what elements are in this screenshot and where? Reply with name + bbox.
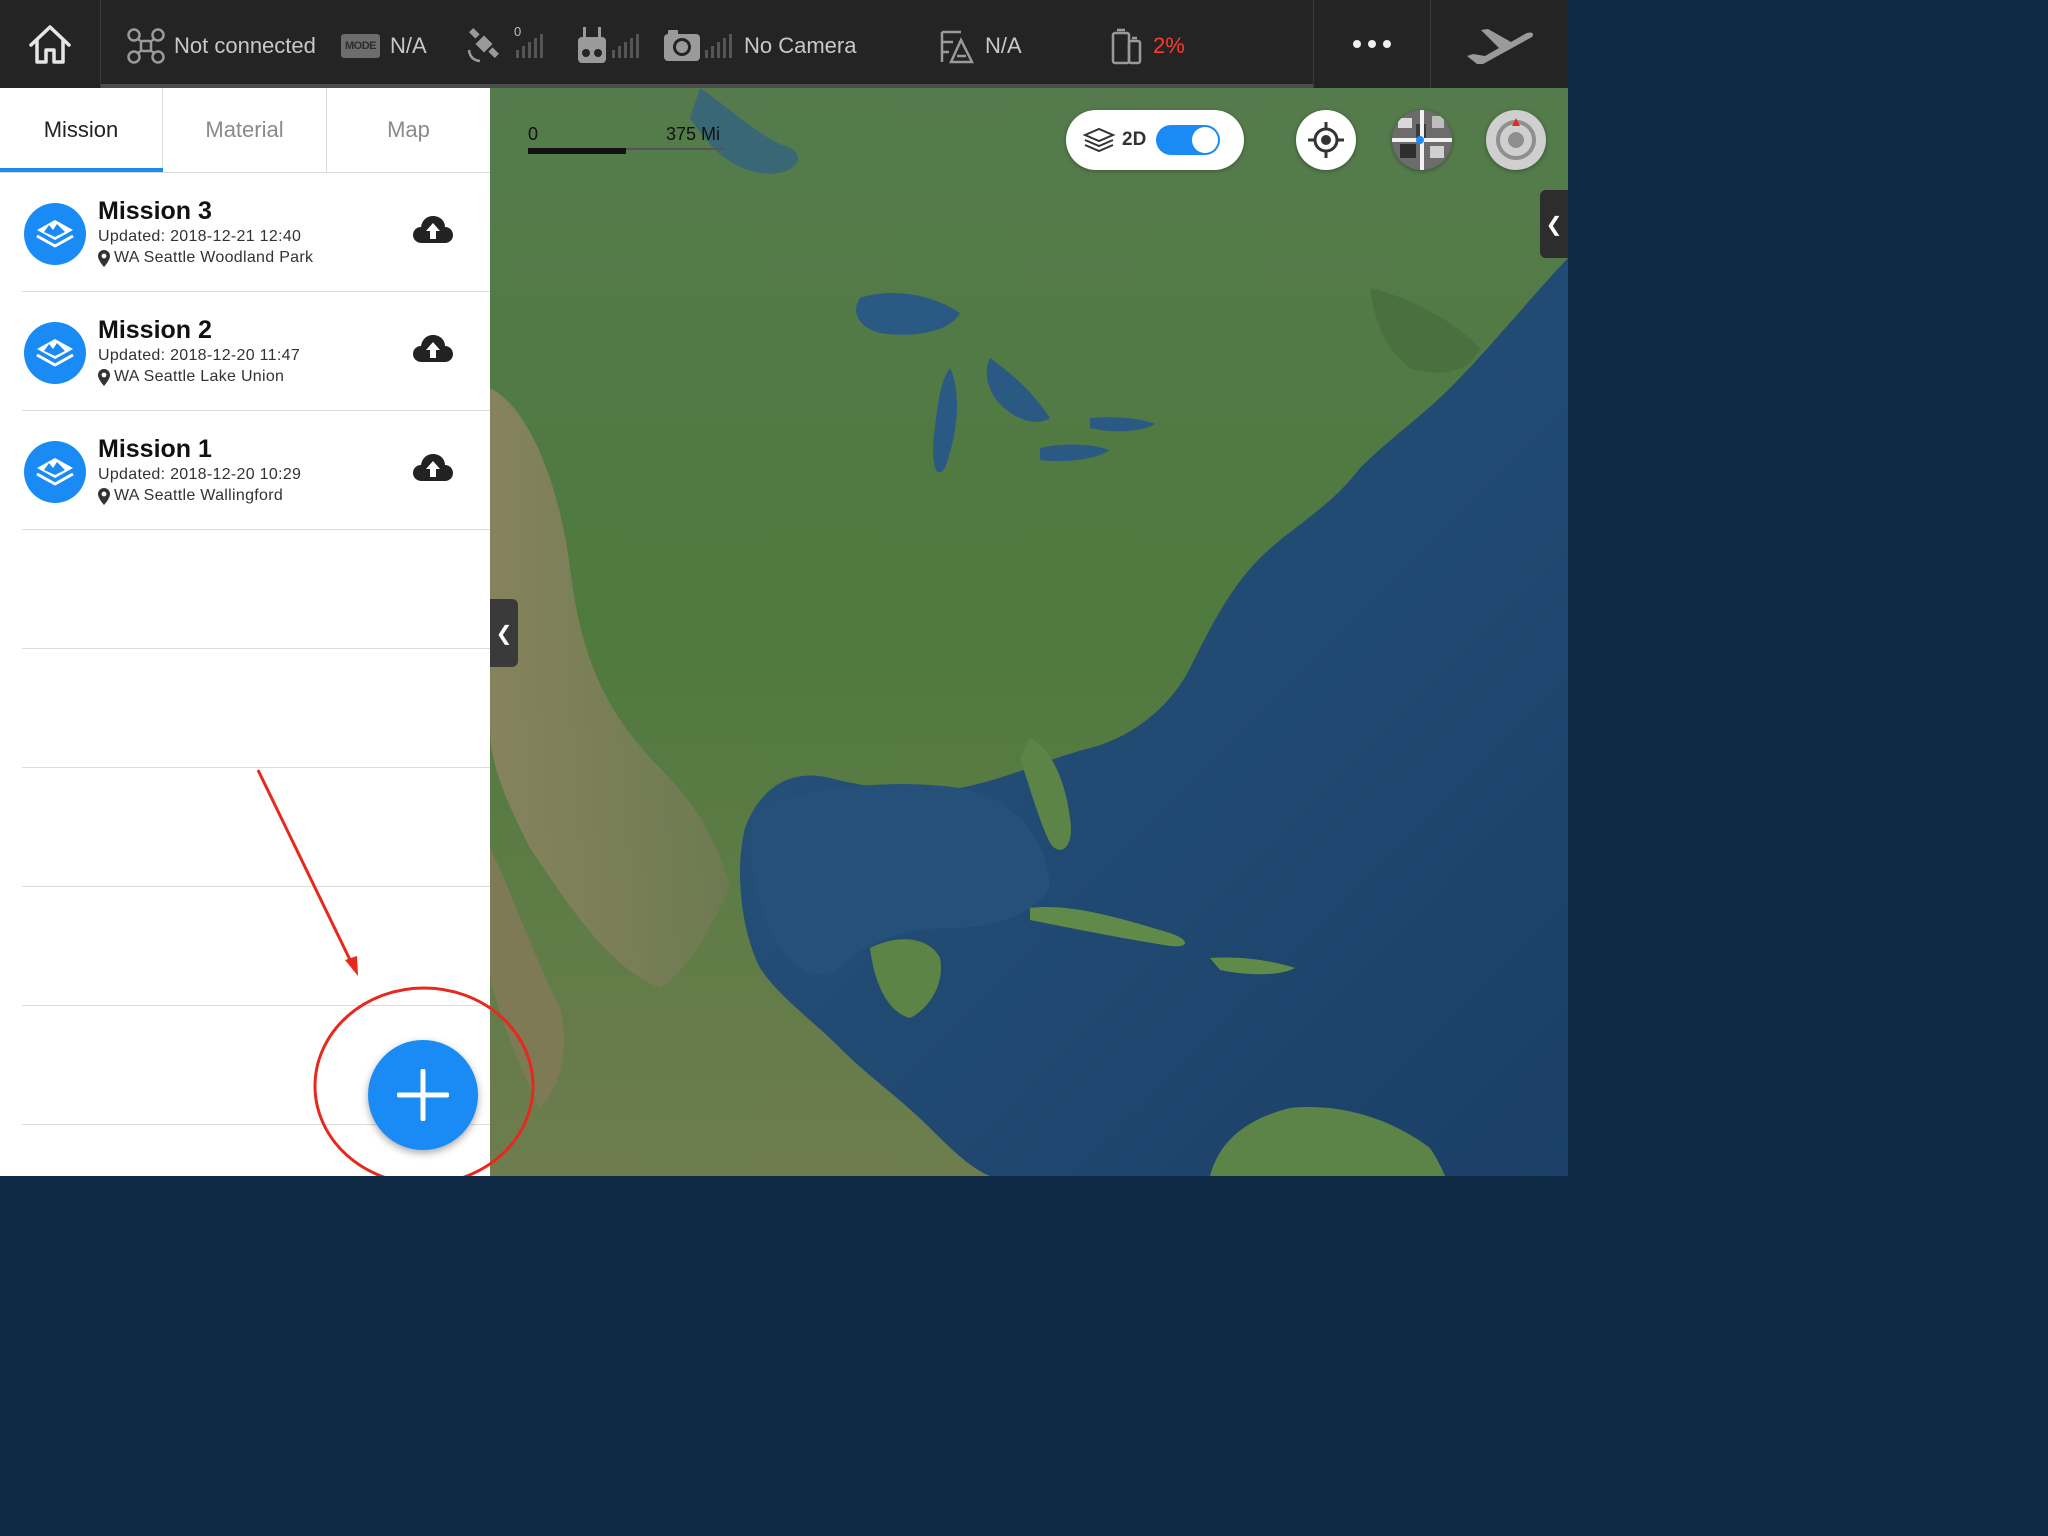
mission-location-text: WA Seattle Lake Union [114,368,285,385]
cloud-upload-icon[interactable] [412,213,454,249]
locate-button[interactable] [1296,110,1356,170]
map-thumbnail-icon [1392,110,1452,170]
gps-status[interactable]: 0 [466,24,543,66]
top-status-bar: Not connected MODE N/A 0 No Camera N/A 2… [0,0,1568,88]
layers-icon [1082,127,1116,153]
mission-list-item[interactable]: Mission 1 Updated: 2018-12-20 10:29 WA S… [22,411,490,530]
map-view-mode-control: 2D [1066,110,1244,170]
camera-status-text: No Camera [744,33,857,58]
compass-icon [1496,118,1536,160]
camera-signal-bars [705,34,732,58]
satellite-count: 0 [514,24,522,39]
chevron-left-icon: ❮ [1545,213,1563,236]
remote-controller-status[interactable] [576,26,639,66]
aircraft-status-text: Not connected [174,33,316,58]
flight-assistant-value: N/A [985,33,1022,58]
mission-panel: Mission Material Map Mission 3 Updated: … [0,88,490,1176]
flight-assistant-status[interactable]: N/A [939,26,1022,66]
satellite-icon [467,28,499,63]
scale-bar-outline [626,148,724,150]
mission-icon [24,322,86,384]
camera-status[interactable]: No Camera [663,26,856,66]
panel-tabs: Mission Material Map [0,88,490,173]
more-dots-icon [1353,40,1391,48]
mission-title: Mission 3 [98,197,212,225]
fly-button[interactable] [1430,0,1569,88]
battery-percent: 2% [1153,33,1185,58]
mission-title: Mission 2 [98,316,212,344]
map-view[interactable]: 0 375 Mi 2D ❮ [490,88,1568,1176]
mission-updated: Updated: 2018-12-20 11:47 [98,347,301,364]
mission-title: Mission 1 [98,435,212,463]
status-strip: Not connected MODE N/A 0 No Camera N/A 2… [101,0,1313,88]
mission-updated: Updated: 2018-12-21 12:40 [98,228,302,245]
mission-location-text: WA Seattle Wallingford [114,487,284,504]
scale-end-label: 375 Mi [666,124,721,144]
battery-icon [1111,28,1142,65]
view-mode-toggle[interactable] [1156,125,1220,155]
satellite-map-image [490,88,1568,1176]
view-mode-label: 2D [1122,129,1147,150]
flight-assistant-icon [940,30,975,64]
drone-icon [127,28,165,64]
tab-material[interactable]: Material [163,88,327,172]
tab-mission[interactable]: Mission [0,88,163,172]
crosshair-icon [1308,122,1344,158]
aircraft-status[interactable]: Not connected [126,26,316,66]
mission-icon [24,203,86,265]
flight-mode-status[interactable]: MODE N/A [341,26,427,66]
rc-signal-bars [612,34,639,58]
map-type-button[interactable] [1392,110,1452,170]
airplane-icon [1467,29,1534,64]
mode-value: N/A [390,33,427,58]
empty-list-row [22,649,490,768]
add-mission-button[interactable] [368,1040,478,1150]
location-pin-icon [98,368,110,386]
plus-icon [397,1069,449,1121]
chevron-left-icon: ❮ [495,622,513,645]
cloud-upload-icon[interactable] [412,332,454,368]
empty-list-row [22,887,490,1006]
toggle-knob [1192,127,1218,153]
cloud-upload-icon[interactable] [412,451,454,487]
empty-list-row [22,768,490,887]
mission-location: WA Seattle Wallingford [98,487,283,505]
tab-map[interactable]: Map [327,88,490,172]
remote-controller-icon [578,27,606,63]
more-options-button[interactable] [1313,0,1430,88]
battery-status[interactable]: 2% [1111,26,1185,66]
mode-badge: MODE [341,34,380,58]
location-pin-icon [98,487,110,505]
compass-button[interactable] [1486,110,1546,170]
empty-list-row [22,530,490,649]
mission-location: WA Seattle Woodland Park [98,249,313,267]
mission-location: WA Seattle Lake Union [98,368,284,386]
location-pin-icon [98,249,110,267]
scale-bar-filled [528,148,626,154]
camera-icon [664,30,700,61]
mission-list-item[interactable]: Mission 3 Updated: 2018-12-21 12:40 WA S… [22,173,490,292]
right-panel-toggle[interactable]: ❮ [1540,190,1568,258]
scale-start-label: 0 [528,124,539,144]
home-icon [29,25,71,64]
mission-location-text: WA Seattle Woodland Park [114,249,314,266]
mission-icon [24,441,86,503]
map-scale-bar: 0 375 Mi [528,124,728,154]
left-panel-collapse-toggle[interactable]: ❮ [490,599,518,667]
mission-list-item[interactable]: Mission 2 Updated: 2018-12-20 11:47 WA S… [22,292,490,411]
mission-updated: Updated: 2018-12-20 10:29 [98,466,302,483]
home-button[interactable] [0,0,101,88]
